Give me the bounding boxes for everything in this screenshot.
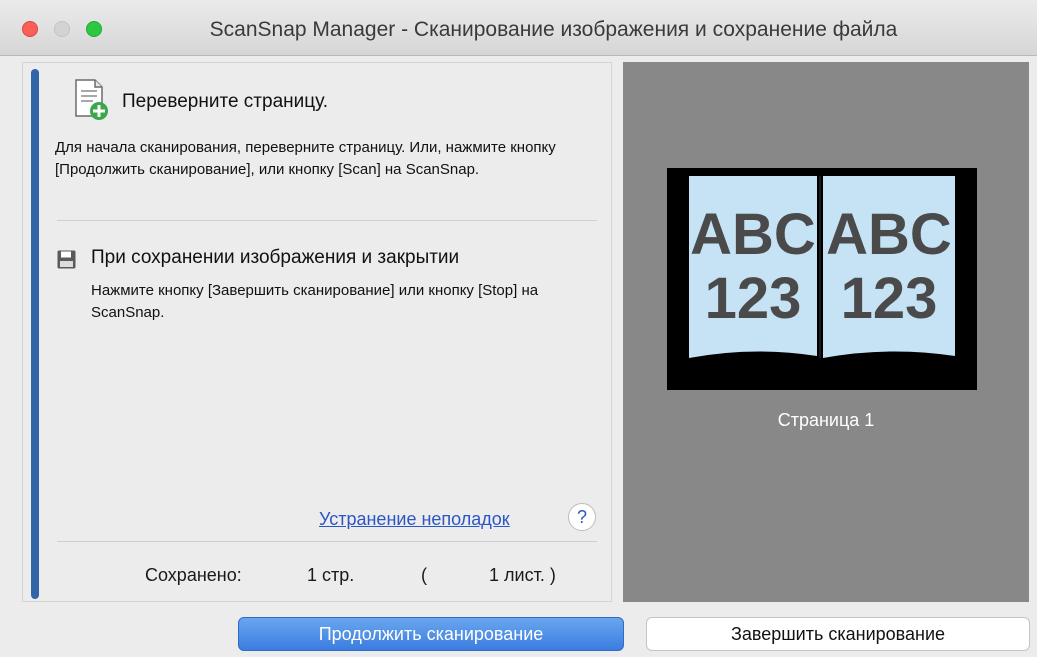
accent-bar xyxy=(31,69,39,599)
title-bar: ScanSnap Manager - Сканирование изображе… xyxy=(0,0,1037,56)
turn-page-description: Для начала сканирования, переверните стр… xyxy=(55,139,556,178)
left-page-text-line2: 123 xyxy=(705,266,802,331)
save-close-description: Нажмите кнопку [Завершить сканирование] … xyxy=(91,282,539,321)
saved-sheets-count: 1 лист. ) xyxy=(489,565,556,585)
saved-label: Сохранено: xyxy=(145,565,242,585)
right-page-text-line2: 123 xyxy=(841,266,938,331)
floppy-disk-icon xyxy=(57,250,76,269)
divider xyxy=(57,220,597,221)
scanned-book-preview: ABC 123 ABC 123 xyxy=(667,168,977,390)
window-title: ScanSnap Manager - Сканирование изображе… xyxy=(209,18,898,41)
document-add-icon xyxy=(75,79,108,120)
left-page-text-line1: ABC xyxy=(690,202,816,267)
save-close-heading: При сохранении изображения и закрытии xyxy=(91,247,460,268)
paren-open: ( xyxy=(421,565,427,585)
finish-scanning-button[interactable]: Завершить сканирование xyxy=(646,617,1030,651)
help-button[interactable]: ? xyxy=(568,503,596,531)
divider xyxy=(57,541,597,542)
right-page-text-line1: ABC xyxy=(826,202,952,267)
page-caption: Страница 1 xyxy=(777,410,875,430)
instructions-panel: Переверните страницу. Для начала сканиро… xyxy=(22,62,612,602)
turn-page-heading: Переверните страницу. xyxy=(122,91,329,112)
troubleshooting-link[interactable]: Устранение неполадок xyxy=(319,509,510,530)
continue-scanning-button[interactable]: Продолжить сканирование xyxy=(238,617,624,651)
saved-pages-count: 1 стр. xyxy=(307,565,355,585)
scan-preview-pane: ABC 123 ABC 123 Страница 1 xyxy=(623,62,1029,602)
